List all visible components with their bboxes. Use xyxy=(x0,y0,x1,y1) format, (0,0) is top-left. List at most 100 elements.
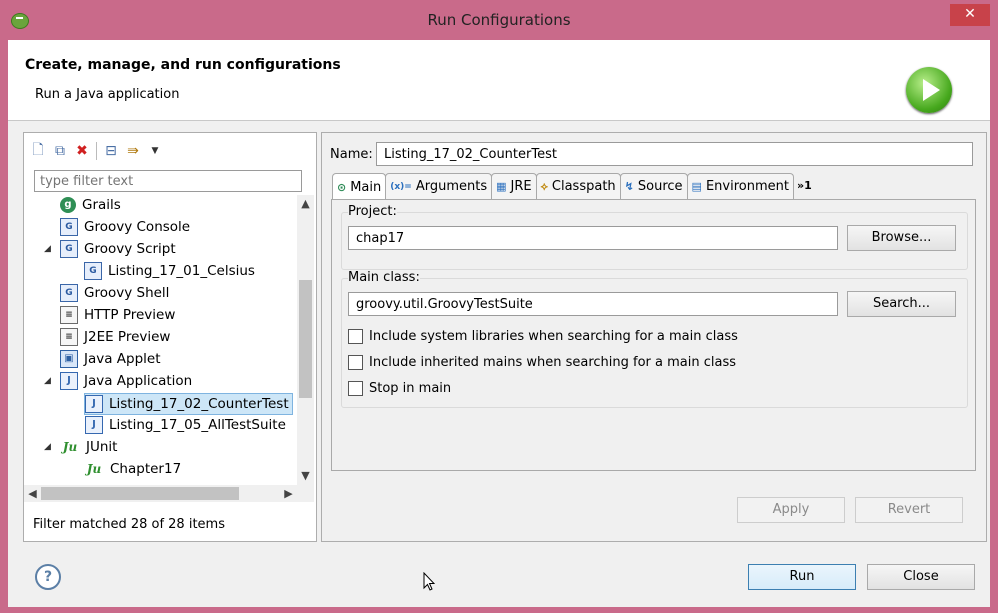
checkbox-label: Include inherited mains when searching f… xyxy=(369,355,737,370)
tab-jre[interactable]: ▦ JRE xyxy=(491,173,537,199)
tree-horizontal-scrollbar[interactable]: ◀ ▶ xyxy=(24,485,314,502)
dialog-header: Create, manage, and run configurations R… xyxy=(8,40,990,121)
close-button[interactable]: Close xyxy=(867,564,975,590)
collapse-all-icon[interactable]: ⊟ xyxy=(103,143,119,159)
help-icon[interactable]: ? xyxy=(35,564,61,590)
tree-item-label: Java Application xyxy=(84,373,193,389)
tab-overflow[interactable]: »1 xyxy=(793,173,816,198)
window-title: Run Configurations xyxy=(427,11,571,29)
tree-item-listing-17-01[interactable]: G Listing_17_01_Celsius xyxy=(84,261,255,281)
scroll-right-icon[interactable]: ▶ xyxy=(280,485,297,502)
config-tree: g Grails G Groovy Console ◢ G Groovy Scr… xyxy=(24,195,294,485)
tab-main[interactable]: ⊙ Main xyxy=(332,173,387,200)
expand-chevron-icon[interactable]: ◢ xyxy=(44,239,56,259)
environment-tab-icon: ▤ xyxy=(691,180,702,193)
java-application-icon: J xyxy=(85,395,103,413)
filter-config-icon[interactable]: ⇛ xyxy=(125,143,141,159)
tab-arguments[interactable]: (x)= Arguments xyxy=(385,173,493,199)
expand-chevron-icon[interactable]: ◢ xyxy=(44,371,56,391)
checkbox-icon[interactable] xyxy=(348,329,363,344)
tree-vertical-scrollbar[interactable]: ▲ ▼ xyxy=(297,195,314,485)
tree-item-label: JUnit xyxy=(86,439,118,455)
main-tab-content: Project: Browse... Main class: Search...… xyxy=(331,199,976,471)
project-field[interactable] xyxy=(348,226,838,250)
filter-input[interactable] xyxy=(34,170,302,192)
tree-item-label: HTTP Preview xyxy=(84,307,176,323)
config-toolbar: 🗋 ⧉ ✖ ⊟ ⇛ ▼ xyxy=(30,139,163,163)
java-application-icon: J xyxy=(60,372,78,390)
tree-item-label: J2EE Preview xyxy=(84,329,171,345)
new-config-icon[interactable]: 🗋 xyxy=(30,142,46,159)
tree-item-grails[interactable]: g Grails xyxy=(44,195,121,215)
classpath-tab-icon: ⟡ xyxy=(540,179,548,193)
scroll-thumb[interactable] xyxy=(41,487,239,500)
stop-in-main-checkbox[interactable]: Stop in main xyxy=(348,381,451,396)
junit-icon: Ju xyxy=(86,462,102,476)
tree-item-listing-17-02[interactable]: J Listing_17_02_CounterTest xyxy=(84,393,293,415)
j2ee-preview-icon: ≡ xyxy=(60,328,78,346)
tab-label: Classpath xyxy=(551,179,616,194)
tree-item-groovy-shell[interactable]: G Groovy Shell xyxy=(44,283,169,303)
window-frame: Run Configurations ✕ Create, manage, and… xyxy=(0,0,998,613)
config-tabs: ⊙ Main (x)= Arguments ▦ JRE ⟡ Classpath … xyxy=(332,173,816,200)
include-system-libraries-checkbox[interactable]: Include system libraries when searching … xyxy=(348,329,738,344)
jre-tab-icon: ▦ xyxy=(496,180,507,193)
grails-icon: g xyxy=(60,197,76,213)
tree-item-java-application[interactable]: ◢ J Java Application xyxy=(44,371,192,391)
http-preview-icon: ≡ xyxy=(60,306,78,324)
tab-environment[interactable]: ▤ Environment xyxy=(686,173,794,199)
source-tab-icon: ↯ xyxy=(624,180,634,193)
tree-item-http-preview[interactable]: ≡ HTTP Preview xyxy=(44,305,175,325)
java-applet-icon: ▣ xyxy=(60,350,78,368)
scroll-left-icon[interactable]: ◀ xyxy=(24,485,41,502)
tree-item-j2ee-preview[interactable]: ≡ J2EE Preview xyxy=(44,327,170,347)
scroll-up-icon[interactable]: ▲ xyxy=(297,197,314,210)
browse-button[interactable]: Browse... xyxy=(847,225,956,251)
run-banner-icon xyxy=(906,67,952,113)
main-class-label: Main class: xyxy=(348,270,420,285)
search-button[interactable]: Search... xyxy=(847,291,956,317)
include-inherited-mains-checkbox[interactable]: Include inherited mains when searching f… xyxy=(348,355,736,370)
junit-icon: Ju xyxy=(62,440,78,454)
name-field[interactable] xyxy=(376,142,973,166)
tree-item-groovy-script[interactable]: ◢ G Groovy Script xyxy=(44,239,176,259)
tab-label: Main xyxy=(350,179,382,195)
overflow-tabs-label: »1 xyxy=(796,179,812,192)
tab-classpath[interactable]: ⟡ Classpath xyxy=(535,173,621,199)
name-label: Name: xyxy=(330,147,373,162)
apply-button-footer[interactable]: Apply xyxy=(737,497,845,523)
expand-chevron-icon[interactable]: ◢ xyxy=(44,437,56,457)
scroll-down-icon[interactable]: ▼ xyxy=(297,469,314,482)
title-bar[interactable]: Run Configurations ✕ xyxy=(0,0,998,40)
revert-button[interactable]: Revert xyxy=(855,497,963,523)
delete-config-icon[interactable]: ✖ xyxy=(74,143,90,159)
tree-item-java-applet[interactable]: ▣ Java Applet xyxy=(44,349,161,369)
tree-item-chapter17[interactable]: Ju Chapter17 xyxy=(84,459,181,479)
scroll-thumb[interactable] xyxy=(299,280,312,398)
close-window-button[interactable]: ✕ xyxy=(950,4,990,26)
tree-item-junit[interactable]: ◢ Ju JUnit xyxy=(44,437,117,457)
tree-item-groovy-console[interactable]: G Groovy Console xyxy=(44,217,190,237)
header-subtitle: Run a Java application xyxy=(35,87,180,102)
groovy-shell-icon: G xyxy=(60,284,78,302)
tab-label: Environment xyxy=(705,179,789,194)
groovy-console-icon: G xyxy=(60,218,78,236)
tree-item-label: Java Applet xyxy=(84,351,161,367)
run-button[interactable]: Run xyxy=(748,564,856,590)
checkbox-icon[interactable] xyxy=(348,355,363,370)
project-label: Project: xyxy=(348,204,397,219)
configuration-list-panel: 🗋 ⧉ ✖ ⊟ ⇛ ▼ g Grails G Groovy Console xyxy=(23,132,317,542)
checkbox-icon[interactable] xyxy=(348,381,363,396)
main-class-field[interactable] xyxy=(348,292,838,316)
dropdown-chevron-icon[interactable]: ▼ xyxy=(147,143,163,159)
filter-status: Filter matched 28 of 28 items xyxy=(33,517,225,532)
tree-item-label: Chapter17 xyxy=(110,461,182,477)
tab-label: Source xyxy=(637,179,683,194)
tab-source[interactable]: ↯ Source xyxy=(619,173,688,199)
tree-item-listing-17-05[interactable]: J Listing_17_05_AllTestSuite xyxy=(85,415,286,435)
configuration-editor-panel: Name: ⊙ Main (x)= Arguments ▦ JRE ⟡ Clas… xyxy=(321,132,987,542)
duplicate-config-icon[interactable]: ⧉ xyxy=(52,143,68,159)
groovy-script-icon: G xyxy=(84,262,102,280)
main-tab-icon: ⊙ xyxy=(337,180,347,194)
tree-item-label: Grails xyxy=(82,197,121,213)
